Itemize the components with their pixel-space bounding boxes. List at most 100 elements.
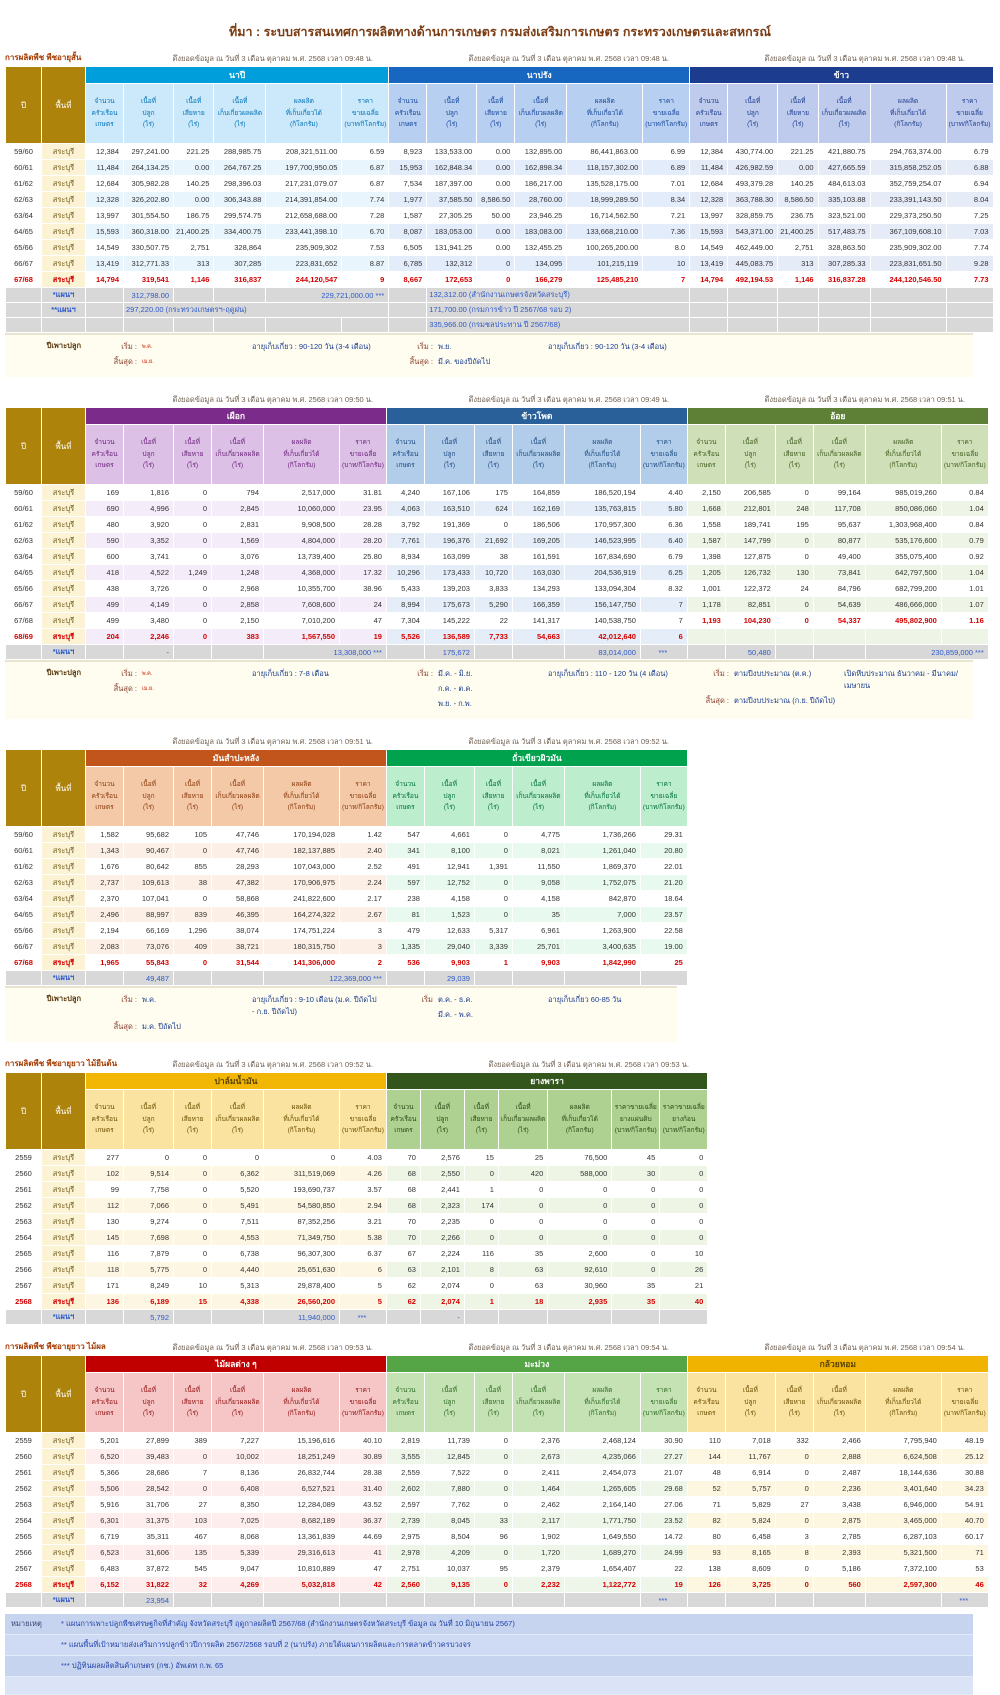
area-cell: สระบุรี	[41, 1245, 86, 1262]
data-cell: 2,875	[812, 1512, 866, 1529]
column-header: เนื้อที่ เสียหาย (ไร่)	[172, 83, 215, 144]
area-cell: สระบุรี	[41, 207, 86, 224]
data-cell: 1,122,772	[563, 1576, 641, 1593]
data-cell	[686, 628, 726, 645]
data-cell: 35	[497, 1245, 549, 1262]
data-cell: 1,649,550	[563, 1528, 641, 1545]
data-cell: 21.07	[639, 1464, 688, 1481]
area-cell: สระบุรี	[41, 175, 86, 192]
year-cell: 63/64	[5, 548, 42, 565]
plan-value-cell	[727, 317, 779, 333]
data-cell: 7.28	[341, 207, 390, 224]
data-cell: 690	[85, 500, 124, 517]
plan-value-cell: -	[419, 1309, 465, 1325]
data-cell: 31.81	[339, 484, 387, 501]
year-cell: 63/64	[5, 207, 42, 224]
data-cell: 0	[497, 1181, 549, 1198]
data-cell: 10	[642, 255, 691, 272]
year-cell: 2564	[5, 1229, 42, 1246]
data-cell: 363,788.30	[727, 191, 779, 208]
year-cell: 2565	[5, 1528, 42, 1545]
crop-band: ดึงยอดข้อมูล ณ วันที่ 3 เดือน ตุลาคม พ.ศ…	[5, 391, 1000, 719]
data-cell: 0	[173, 628, 212, 645]
data-cell: 3,741	[123, 548, 174, 565]
table-row: 61/62 สระบุรี 12,684 305,982.28 140.25 298,39…	[5, 175, 994, 192]
data-cell: 70	[385, 1149, 421, 1166]
data-cell: 96	[473, 1528, 513, 1545]
year-cell: 2568	[5, 1293, 42, 1310]
data-cell: 3.21	[339, 1213, 387, 1230]
column-header: เนื้อที่ ปลูก (ไร่)	[123, 1089, 174, 1150]
data-cell: 2,411	[511, 1464, 565, 1481]
data-cell: 140.25	[777, 175, 819, 192]
data-cell: 0.00	[172, 191, 215, 208]
table-row: 65/66 สระบุรี 438 3,726 0 2,968 10,355,700 38.9…	[5, 580, 989, 597]
data-timestamp: ดึงยอดข้อมูล ณ วันที่ 3 เดือน ตุลาคม พ.ศ…	[468, 395, 669, 404]
data-cell: 0	[473, 516, 513, 533]
data-cell: 214,391,854.00	[265, 191, 343, 208]
data-cell: 223,831,651.50	[869, 255, 947, 272]
data-timestamp: ดึงยอดข้อมูล ณ วันที่ 3 เดือน ตุลาคม พ.ศ…	[764, 395, 965, 404]
data-cell: 316,837.28	[817, 271, 871, 288]
data-cell: 1,752,075	[563, 874, 641, 891]
data-cell: 18	[497, 1293, 549, 1310]
data-cell: 189,741	[724, 516, 776, 533]
column-header: จำนวน ครัวเรือน เกษตร	[85, 424, 124, 485]
plan-value-cell	[869, 287, 947, 303]
data-cell: 8,165	[724, 1544, 776, 1561]
data-cell: 2,224	[419, 1245, 465, 1262]
data-cell: 277	[85, 1149, 124, 1166]
data-cell: 19	[339, 628, 387, 645]
plan-value-cell	[263, 1592, 340, 1608]
data-cell: 9,903	[511, 954, 565, 971]
data-cell: 171	[85, 1277, 124, 1294]
data-cell: 7.74	[945, 239, 994, 256]
data-cell: 7,758	[123, 1181, 174, 1198]
data-cell: 166,359	[511, 596, 565, 613]
data-cell: 118	[85, 1261, 124, 1278]
data-cell: 15	[463, 1149, 499, 1166]
year-cell: 2566	[5, 1261, 42, 1278]
footnote-text: *** ปฏิทินผลผลิตสินค้าเกษตร (กช.) อัพเดท…	[61, 1661, 224, 1670]
data-cell: 0	[173, 1229, 212, 1246]
data-cell: 12,284,089	[263, 1496, 340, 1513]
data-cell: 13,419	[85, 255, 124, 272]
data-cell: 15,593	[689, 223, 729, 240]
data-cell: 0	[173, 1261, 212, 1278]
data-cell: 13,361,839	[263, 1528, 340, 1545]
data-cell: 132,455.25	[514, 239, 568, 256]
table-row: 63/64 สระบุรี 2,370 107,041 0 58,868 241,822,6…	[5, 890, 688, 907]
data-cell: 130	[85, 1213, 124, 1230]
band-meta: ดึงยอดข้อมูล ณ วันที่ 3 เดือน ตุลาคม พ.ศ…	[5, 733, 1000, 748]
data-cell: 8,994	[385, 596, 425, 613]
table-row: 2568 สระบุรี 136 6,189 15 4,338 26,560,200 5 62 2…	[5, 1293, 709, 1310]
data-cell: 28.28	[339, 516, 387, 533]
data-cell: 3,401,640	[864, 1480, 942, 1497]
plan-empty-cell	[5, 644, 42, 660]
data-cell: 1,248	[211, 564, 264, 581]
planting-period-label: ปีเพาะปลูก	[46, 994, 81, 1003]
year-cell: 62/63	[5, 191, 42, 208]
data-cell: 4,661	[423, 826, 475, 843]
area-cell: สระบุรี	[41, 223, 86, 240]
data-cell: 6,483	[85, 1560, 124, 1577]
data-cell: 2.94	[339, 1197, 387, 1214]
data-cell: 2.24	[339, 874, 387, 891]
year-cell: 59/60	[5, 143, 42, 160]
data-cell: 2,246	[123, 628, 174, 645]
plan-value-cell	[85, 302, 124, 318]
data-cell: 99,164	[812, 484, 866, 501]
data-cell: 11,550	[511, 858, 565, 875]
period-value: มี.ค. - มิ.ย.	[438, 669, 473, 678]
data-cell: 20.80	[639, 842, 688, 859]
data-cell: 38	[473, 548, 513, 565]
data-cell: 7,304	[385, 612, 425, 629]
data-cell: 8.04	[945, 191, 994, 208]
plan-value-cell	[511, 644, 565, 660]
data-cell: 10,296	[385, 564, 425, 581]
data-cell: 1,668	[686, 500, 726, 517]
column-header: เนื้อที่ ปลูก (ไร่)	[419, 1089, 465, 1150]
data-cell: 0	[473, 1480, 513, 1497]
band-meta: การผลิตพืช พืชอายุยาว ไม้ผล ดึงยอดข้อมูล …	[5, 1339, 1000, 1354]
data-cell: 90,467	[123, 842, 174, 859]
